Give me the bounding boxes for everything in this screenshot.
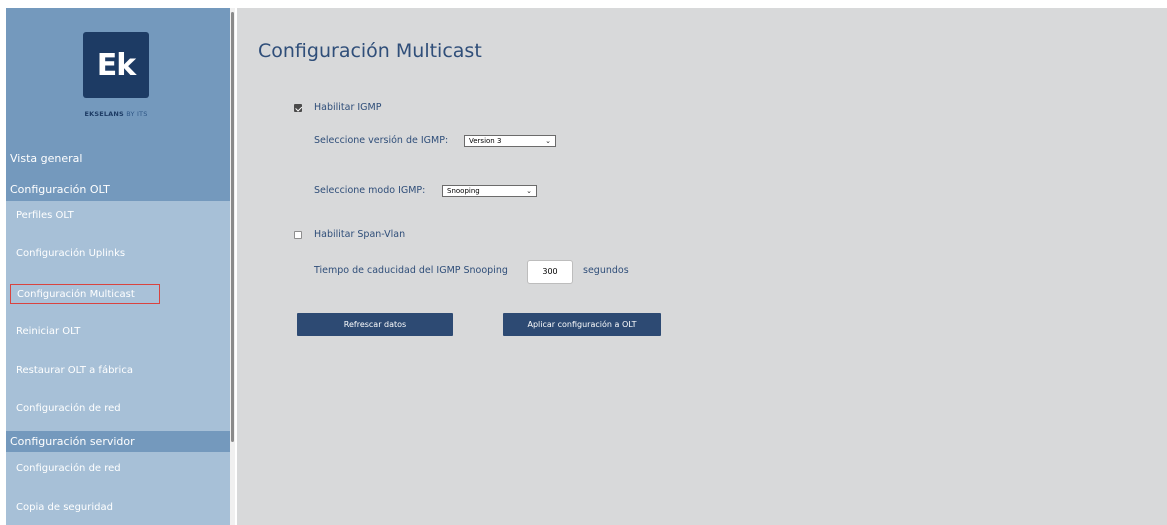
logo-text: Ek: [96, 47, 136, 83]
igmp-mode-select[interactable]: Snooping ⌄: [442, 185, 537, 197]
timeout-label: Tiempo de caducidad del IGMP Snooping: [314, 265, 508, 276]
igmp-mode-label: Seleccione modo IGMP:: [314, 185, 426, 196]
sidebar-item-configuracion-red-servidor[interactable]: Configuración de red: [10, 459, 127, 479]
igmp-enable-checkbox[interactable]: [294, 104, 302, 112]
main-content: Configuración Multicast Habilitar IGMP S…: [237, 8, 1167, 525]
sidebar-item-restaurar-olt[interactable]: Restaurar OLT a fábrica: [10, 361, 139, 381]
app-root: Ek EKSELANS BY ITS Vista general Configu…: [0, 8, 1167, 525]
timeout-input[interactable]: 300: [527, 260, 573, 284]
sidebar-item-reiniciar-olt[interactable]: Reiniciar OLT: [10, 322, 86, 342]
apply-config-button[interactable]: Aplicar configuración a OLT: [503, 313, 661, 336]
igmp-version-label: Seleccione versión de IGMP:: [314, 135, 449, 146]
sidebar-item-configuracion-red-olt[interactable]: Configuración de red: [10, 399, 127, 419]
chevron-down-icon: ⌄: [526, 187, 532, 195]
timeout-unit: segundos: [583, 265, 629, 276]
igmp-mode-value: Snooping: [447, 187, 480, 195]
sidebar-section-olt[interactable]: Configuración OLT: [6, 180, 230, 200]
refresh-button[interactable]: Refrescar datos: [297, 313, 453, 336]
logo-subtitle: EKSELANS BY ITS: [66, 110, 166, 118]
span-vlan-checkbox[interactable]: [294, 231, 302, 239]
igmp-version-value: Version 3: [469, 137, 502, 145]
sidebar-item-configuracion-multicast[interactable]: Configuración Multicast: [10, 284, 160, 304]
logo-subtitle-by: BY ITS: [123, 110, 148, 118]
igmp-enable-label: Habilitar IGMP: [314, 102, 382, 113]
sidebar-item-perfiles-olt[interactable]: Perfiles OLT: [10, 206, 80, 226]
span-vlan-label: Habilitar Span-Vlan: [314, 229, 406, 240]
chevron-down-icon: ⌄: [545, 137, 551, 145]
sidebar-scrollbar-thumb[interactable]: [231, 12, 234, 442]
page-title: Configuración Multicast: [258, 40, 482, 62]
sidebar-item-configuracion-uplinks[interactable]: Configuración Uplinks: [10, 244, 131, 264]
ekselans-logo[interactable]: Ek: [83, 32, 149, 98]
sidebar: Ek EKSELANS BY ITS Vista general Configu…: [6, 8, 230, 525]
igmp-version-select[interactable]: Version 3 ⌄: [464, 135, 556, 147]
logo-subtitle-main: EKSELANS: [84, 110, 124, 118]
sidebar-item-vista-general[interactable]: Vista general: [6, 148, 230, 170]
sidebar-section-servidor[interactable]: Configuración servidor: [6, 431, 230, 452]
sidebar-item-copia-seguridad[interactable]: Copia de seguridad: [10, 498, 119, 518]
